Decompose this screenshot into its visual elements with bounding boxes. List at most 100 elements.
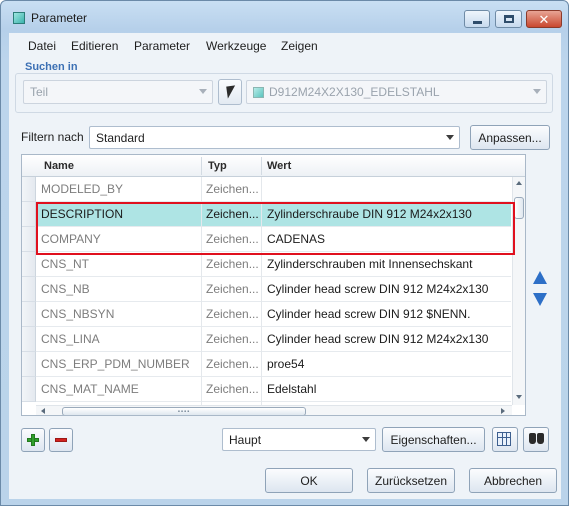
row-header[interactable] [22,252,36,277]
row-header[interactable] [22,177,36,202]
parameter-name-cell: CNS_MAT_NAME [41,382,139,396]
move-down-icon[interactable] [533,293,547,306]
scroll-right-icon[interactable] [501,408,505,414]
designation-select[interactable]: Haupt [222,428,376,451]
scroll-up-icon[interactable] [516,181,522,185]
column-header-name[interactable]: Name [44,160,74,172]
parameter-value-cell[interactable]: Cylinder head screw DIN 912 M24x2x130 [267,332,509,346]
chevron-down-icon [533,89,541,94]
scope-select[interactable]: Teil [23,80,213,104]
cancel-button[interactable]: Abbrechen [469,468,557,493]
parameter-name-cell: CNS_ERP_PDM_NUMBER [41,357,190,371]
binoculars-lens-right [537,433,544,444]
minimize-button[interactable] [464,10,490,28]
columns-button[interactable] [492,427,518,452]
parameter-type-cell: Zeichen... [206,357,259,371]
pick-element-button[interactable] [218,79,242,105]
app-icon [13,12,25,24]
title-bar[interactable]: Parameter ✕ [1,1,568,35]
row-header[interactable] [22,202,36,227]
parameter-type-cell: Zeichen... [206,182,259,196]
row-header[interactable] [22,277,36,302]
column-header-value[interactable]: Wert [267,160,291,172]
parameter-name-cell: MODELED_BY [41,182,124,196]
table-row[interactable]: CNS_NBSYN Zeichen... Cylinder head screw D… [36,302,511,327]
part-icon [253,87,264,98]
scope-select-value: Teil [30,85,49,99]
parameter-value-cell[interactable]: Cylinder head screw DIN 912 M24x2x130 [267,282,509,296]
vertical-scroll-thumb[interactable] [514,197,524,219]
add-parameter-button[interactable] [21,428,45,452]
minimize-icon [472,20,482,24]
menu-editieren[interactable]: Editieren [71,39,118,53]
maximize-button[interactable] [495,10,522,28]
horizontal-scrollbar[interactable]: ▪▪▪▪ [36,405,512,415]
parameter-value-cell[interactable]: Edelstahl [267,382,509,396]
filter-select[interactable]: Standard [89,126,460,149]
scroll-left-icon[interactable] [41,408,45,414]
parameter-type-cell: Zeichen... [206,257,259,271]
table-row[interactable]: CNS_MAT_NAME Zeichen... Edelstahl [36,377,511,402]
row-header[interactable] [22,377,36,402]
table-row[interactable]: CNS_ERP_PDM_NUMBER Zeichen... proe54 [36,352,511,377]
ok-button[interactable]: OK [265,468,353,493]
move-up-icon[interactable] [533,271,547,284]
menu-zeigen[interactable]: Zeigen [281,39,318,53]
binoculars-lens-left [529,433,536,444]
menu-parameter[interactable]: Parameter [134,39,190,53]
menu-werkzeuge[interactable]: Werkzeuge [206,39,266,53]
annotation-highlight-box [36,202,515,255]
parameter-type-cell: Zeichen... [206,382,259,396]
designation-select-value: Haupt [229,433,262,447]
maximize-icon [503,15,514,23]
properties-button[interactable]: Eigenschaften... [382,427,485,452]
table-row[interactable]: MODELED_BY Zeichen... [36,177,511,202]
parameter-name-cell: CNS_NBSYN [41,307,115,321]
adjust-button[interactable]: Anpassen... [470,125,550,150]
parameter-value-cell[interactable]: Cylinder head screw DIN 912 $NENN. [267,307,509,321]
parameter-name-cell: CNS_NT [41,257,90,271]
parameter-type-cell: Zeichen... [206,332,259,346]
row-header[interactable] [22,352,36,377]
row-header[interactable] [22,302,36,327]
menu-bar: Datei Editieren Parameter Werkzeuge Zeig… [9,33,561,59]
plus-icon-stem [31,434,35,446]
table-columns-icon [497,432,511,446]
parameter-name-cell: CNS_LINA [41,332,100,346]
row-header[interactable] [22,327,36,352]
reset-button[interactable]: Zurücksetzen [367,468,455,493]
column-header-type[interactable]: Typ [208,160,227,172]
chevron-down-icon [446,135,454,140]
table-row[interactable]: CNS_NB Zeichen... Cylinder head screw DIN … [36,277,511,302]
parameter-name-cell: CNS_NB [41,282,90,296]
menu-datei[interactable]: Datei [28,39,56,53]
minus-icon [55,438,67,442]
parameter-table: Name Typ Wert MODELED_BY Zeichen... DESCRI… [21,154,526,416]
parameter-value-cell[interactable]: Zylinderschrauben mit Innensechskant [267,257,509,271]
table-row[interactable]: CNS_NT Zeichen... Zylinderschrauben mit In… [36,252,511,277]
part-select-value: D912M24X2X130_EDELSTAHL [269,85,440,99]
remove-parameter-button[interactable] [49,428,73,452]
close-button[interactable]: ✕ [526,10,562,28]
close-icon: ✕ [538,11,550,27]
column-divider[interactable] [261,157,262,175]
parameter-type-cell: Zeichen... [206,282,259,296]
table-row[interactable]: CNS_LINA Zeichen... Cylinder head screw DI… [36,327,511,352]
column-divider[interactable] [201,157,202,175]
scroll-down-icon[interactable] [516,395,522,399]
row-header[interactable] [22,227,36,252]
dialog-body: Datei Editieren Parameter Werkzeuge Zeig… [9,33,561,499]
horizontal-scroll-thumb[interactable]: ▪▪▪▪ [62,407,306,415]
parameter-value-cell[interactable]: proe54 [267,357,509,371]
filter-label: Filtern nach [21,130,84,144]
table-header: Name Typ Wert [22,155,525,177]
chevron-down-icon [362,437,370,442]
part-select[interactable]: D912M24X2X130_EDELSTAHL [246,80,547,104]
grip-icon: ▪▪▪▪ [177,409,191,415]
search-button[interactable] [523,427,549,452]
parameter-type-cell: Zeichen... [206,307,259,321]
chevron-down-icon [199,89,207,94]
search-in-legend: Suchen in [22,61,81,73]
window-title: Parameter [31,11,88,25]
parameter-dialog: Parameter ✕ Datei Editieren Parameter We… [0,0,569,506]
